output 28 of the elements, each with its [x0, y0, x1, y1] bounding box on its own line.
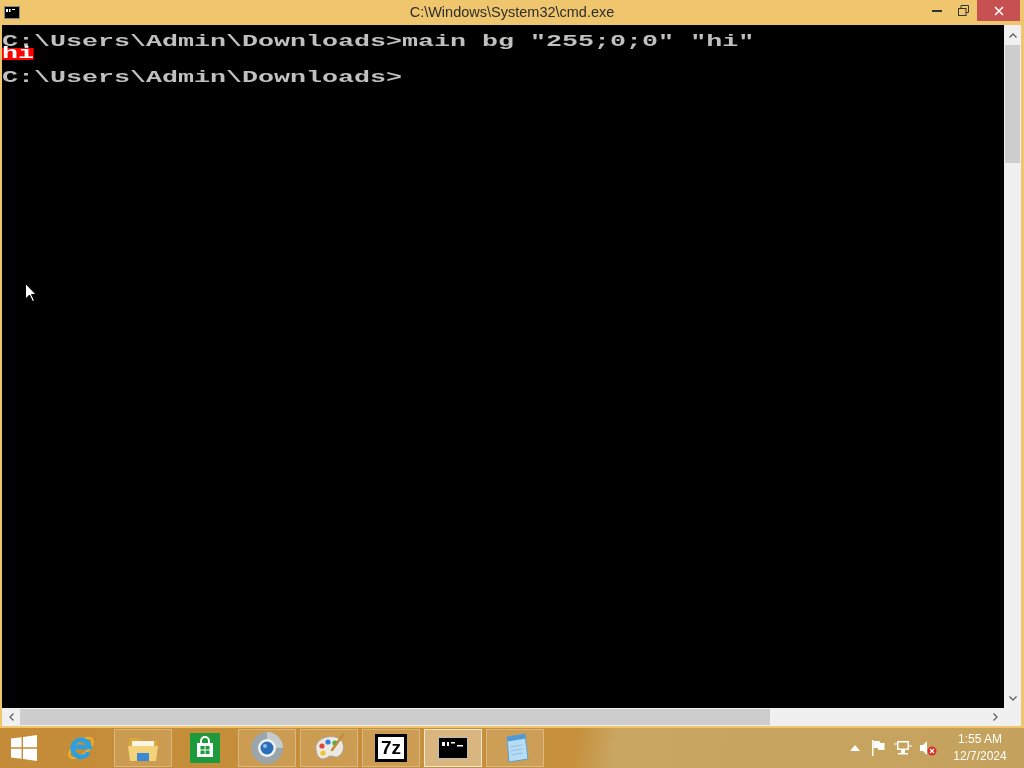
scrollbar-thumb[interactable] — [20, 709, 770, 725]
console-icon[interactable] — [438, 737, 468, 759]
horizontal-scrollbar[interactable] — [2, 708, 1021, 726]
caret-up-icon[interactable] — [850, 745, 860, 751]
close-icon[interactable] — [993, 5, 1004, 16]
palette-icon[interactable] — [312, 733, 346, 763]
highlighted-output: hi — [2, 48, 34, 60]
network-icon[interactable] — [894, 740, 912, 756]
vertical-scrollbar[interactable] — [1004, 25, 1021, 708]
minimize-icon[interactable] — [931, 9, 942, 12]
orb-icon[interactable] — [250, 731, 284, 765]
window-title: C:\Windows\System32\cmd.exe — [409, 3, 615, 22]
taskbar-button[interactable]: 7z — [362, 729, 420, 767]
chevron-left-icon[interactable] — [8, 713, 14, 721]
mouse-pointer-icon — [25, 283, 37, 302]
chevron-up-icon[interactable] — [1008, 32, 1017, 38]
chevron-down-icon[interactable] — [1008, 695, 1017, 701]
console-line: C:\Users\Admin\Downloads> — [2, 72, 403, 84]
scrollbar-thumb[interactable] — [1005, 45, 1020, 163]
app-logo[interactable]: 7z — [375, 734, 407, 762]
windows-logo-icon[interactable] — [11, 735, 37, 761]
flag-icon[interactable] — [871, 740, 885, 756]
restore-icon[interactable] — [958, 5, 969, 16]
console-window-icon — [4, 6, 20, 19]
taskbar-button[interactable] — [424, 729, 482, 767]
chevron-right-icon[interactable] — [992, 713, 998, 721]
shopping-bag-icon[interactable] — [190, 733, 220, 763]
speaker-icon[interactable] — [919, 740, 937, 756]
